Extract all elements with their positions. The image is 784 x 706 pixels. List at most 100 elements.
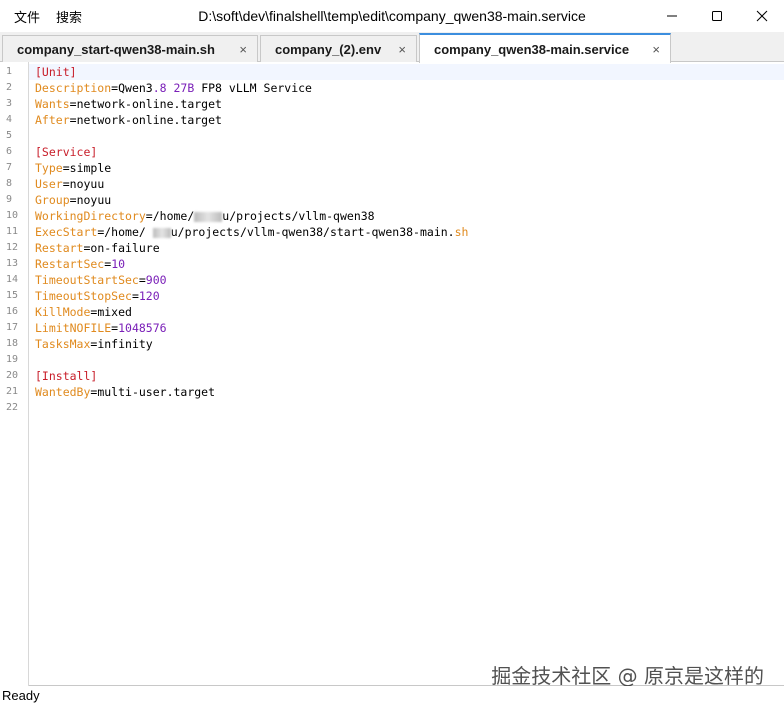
config-key: WorkingDirectory: [35, 209, 146, 223]
equals-sign: =: [145, 209, 153, 223]
config-key: After: [35, 113, 70, 127]
config-number: .8 27B: [152, 81, 195, 95]
maximize-button[interactable]: [694, 0, 739, 32]
config-value: Qwen3: [118, 81, 153, 95]
code-line[interactable]: [29, 352, 784, 368]
config-number: 10: [111, 257, 126, 271]
code-line[interactable]: After=network-online.target: [29, 112, 784, 128]
window-controls: [649, 0, 784, 32]
code-line[interactable]: User=noyuu: [29, 176, 784, 192]
config-value: multi-user.target: [97, 385, 216, 399]
equals-sign: =: [69, 193, 77, 207]
config-key: LimitNOFILE: [35, 321, 112, 335]
file-extension: sh: [454, 225, 469, 239]
line-number: 5: [6, 130, 13, 141]
code-line[interactable]: Group=noyuu: [29, 192, 784, 208]
line-number: 4: [6, 114, 13, 125]
code-line[interactable]: KillMode=mixed: [29, 304, 784, 320]
code-line[interactable]: [29, 400, 784, 416]
maximize-icon: [711, 11, 722, 21]
config-number: 120: [138, 289, 160, 303]
line-number: 20: [6, 370, 19, 381]
line-number-gutter: 1 2 3 4 5 6 7 8 9 10 11 12 13 14 15 16 1…: [0, 62, 29, 686]
code-line[interactable]: Restart=on-failure: [29, 240, 784, 256]
title-bar: 文件 搜索 D:\soft\dev\finalshell\temp\edit\c…: [0, 0, 784, 32]
line-number: 11: [6, 226, 19, 237]
line-number: 6: [6, 146, 13, 157]
config-value: /home/: [152, 209, 195, 223]
line-number: 19: [6, 354, 19, 365]
config-value: noyuu: [69, 177, 105, 191]
config-key: TimeoutStopSec: [35, 289, 132, 303]
tab-close-icon[interactable]: ×: [239, 42, 247, 57]
config-value: noyuu: [76, 193, 112, 207]
line-number: 1: [6, 66, 13, 77]
equals-sign: =: [62, 161, 70, 175]
menu-search[interactable]: 搜索: [56, 7, 82, 26]
line-number: 15: [6, 290, 19, 301]
redacted-text: [194, 211, 223, 222]
config-value: /home/: [104, 225, 153, 239]
code-area[interactable]: [Unit] Description=Qwen3.8 27B FP8 vLLM …: [29, 62, 784, 686]
code-line[interactable]: LimitNOFILE=1048576: [29, 320, 784, 336]
config-key: Restart: [35, 241, 84, 255]
tab-service[interactable]: company_qwen38-main.service ×: [419, 33, 671, 63]
code-line[interactable]: TimeoutStopSec=120: [29, 288, 784, 304]
code-editor[interactable]: 1 2 3 4 5 6 7 8 9 10 11 12 13 14 15 16 1…: [0, 62, 784, 688]
config-number: 900: [145, 273, 167, 287]
section-header: [Service]: [35, 145, 98, 159]
code-line[interactable]: [29, 128, 784, 144]
config-value: network-online.target: [76, 97, 222, 111]
code-line[interactable]: WantedBy=multi-user.target: [29, 384, 784, 400]
close-window-button[interactable]: [739, 0, 784, 32]
code-line[interactable]: Description=Qwen3.8 27B FP8 vLLM Service: [29, 80, 784, 96]
equals-sign: =: [62, 177, 70, 191]
code-line[interactable]: TimeoutStartSec=900: [29, 272, 784, 288]
tab-close-icon[interactable]: ×: [652, 42, 660, 57]
code-line[interactable]: TasksMax=infinity: [29, 336, 784, 352]
line-number: 9: [6, 194, 13, 205]
window-title: D:\soft\dev\finalshell\temp\edit\company…: [198, 8, 586, 24]
code-line[interactable]: Type=simple: [29, 160, 784, 176]
code-line[interactable]: [Unit]: [29, 64, 784, 80]
config-key: Wants: [35, 97, 70, 111]
equals-sign: =: [138, 273, 146, 287]
line-number: 3: [6, 98, 13, 109]
tab-label: company_start-qwen38-main.sh: [17, 41, 215, 57]
equals-sign: =: [69, 113, 77, 127]
line-number: 12: [6, 242, 19, 253]
config-key: Description: [35, 81, 112, 95]
line-number: 14: [6, 274, 19, 285]
menu-file[interactable]: 文件: [14, 7, 40, 26]
config-value: u/projects/vllm-qwen38/start-qwen38-main…: [170, 225, 455, 239]
code-line[interactable]: [Install]: [29, 368, 784, 384]
config-key: Group: [35, 193, 70, 207]
config-key: WantedBy: [35, 385, 91, 399]
line-number: 22: [6, 402, 19, 413]
line-number: 10: [6, 210, 19, 221]
tab-start-script[interactable]: company_start-qwen38-main.sh ×: [2, 35, 258, 62]
redacted-text: [152, 227, 171, 238]
config-value: simple: [69, 161, 112, 175]
tab-close-icon[interactable]: ×: [398, 42, 406, 57]
code-line[interactable]: ExecStart=/home/ u/projects/vllm-qwen38/…: [29, 224, 784, 240]
status-text: Ready: [2, 688, 40, 703]
code-line[interactable]: RestartSec=10: [29, 256, 784, 272]
line-number: 18: [6, 338, 19, 349]
tab-env[interactable]: company_(2).env ×: [260, 35, 417, 62]
code-line[interactable]: Wants=network-online.target: [29, 96, 784, 112]
section-header: [Install]: [35, 369, 98, 383]
watermark: 掘金技术社区 @ 原京是这样的: [491, 664, 764, 688]
code-line[interactable]: [Service]: [29, 144, 784, 160]
config-value: u/projects/vllm-qwen38: [222, 209, 375, 223]
equals-sign: =: [69, 97, 77, 111]
config-value: FP8 vLLM Service: [194, 81, 312, 95]
code-line[interactable]: WorkingDirectory=/home/u/projects/vllm-q…: [29, 208, 784, 224]
minimize-button[interactable]: [649, 0, 694, 32]
tab-bar: company_start-qwen38-main.sh × company_(…: [0, 32, 784, 63]
config-key: RestartSec: [35, 257, 105, 271]
config-key: KillMode: [35, 305, 91, 319]
line-number: 8: [6, 178, 13, 189]
config-key: User: [35, 177, 63, 191]
section-header: [Unit]: [35, 65, 77, 79]
